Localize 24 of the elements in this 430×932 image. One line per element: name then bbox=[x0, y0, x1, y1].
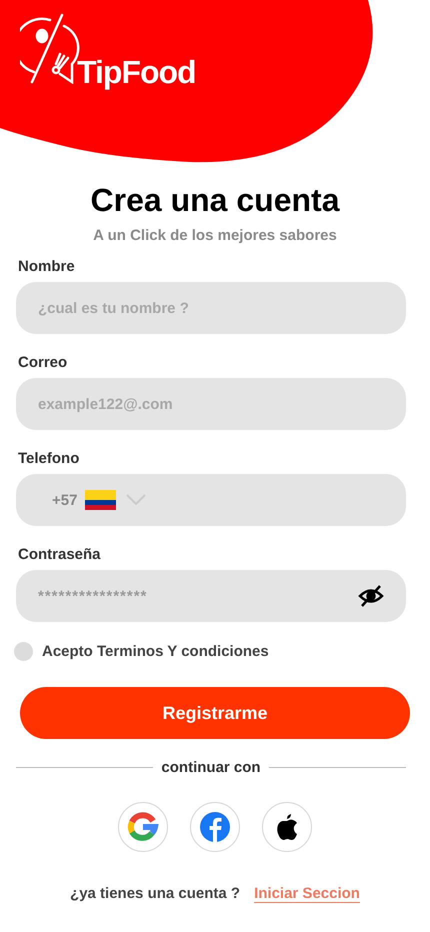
register-button[interactable]: Registrarme bbox=[20, 687, 410, 739]
divider-label: continuar con bbox=[161, 759, 261, 776]
checkbox[interactable] bbox=[14, 642, 33, 661]
login-link[interactable]: Iniciar Seccion bbox=[254, 885, 360, 902]
subtitle: A un Click de los mejores sabores bbox=[92, 227, 338, 244]
country-code: +57 bbox=[52, 492, 78, 508]
eye-off-icon[interactable] bbox=[358, 585, 384, 607]
field-label: Telefono bbox=[17, 450, 80, 467]
logo-text: TipFood bbox=[77, 56, 197, 88]
account-question: ¿ya tienes una cuenta ? bbox=[70, 885, 240, 902]
terms-label: Acepto Terminos Y condiciones bbox=[42, 643, 269, 660]
google-icon bbox=[127, 811, 159, 843]
password-value: **************** bbox=[38, 588, 148, 604]
field-label: Contraseña bbox=[17, 546, 102, 563]
input-field[interactable]: ¿cual es tu nombre ? bbox=[16, 282, 406, 334]
field-label: Correo bbox=[17, 354, 68, 371]
phone-field[interactable]: +57 bbox=[16, 474, 406, 526]
field-label: Nombre bbox=[17, 258, 76, 275]
flag-icon bbox=[85, 490, 116, 510]
facebook-icon bbox=[199, 811, 231, 843]
password-field[interactable]: **************** bbox=[16, 570, 406, 622]
page-title: Crea una cuenta bbox=[90, 182, 341, 219]
input-field[interactable]: example122@.com bbox=[16, 378, 406, 430]
social-login-button[interactable] bbox=[262, 802, 312, 852]
